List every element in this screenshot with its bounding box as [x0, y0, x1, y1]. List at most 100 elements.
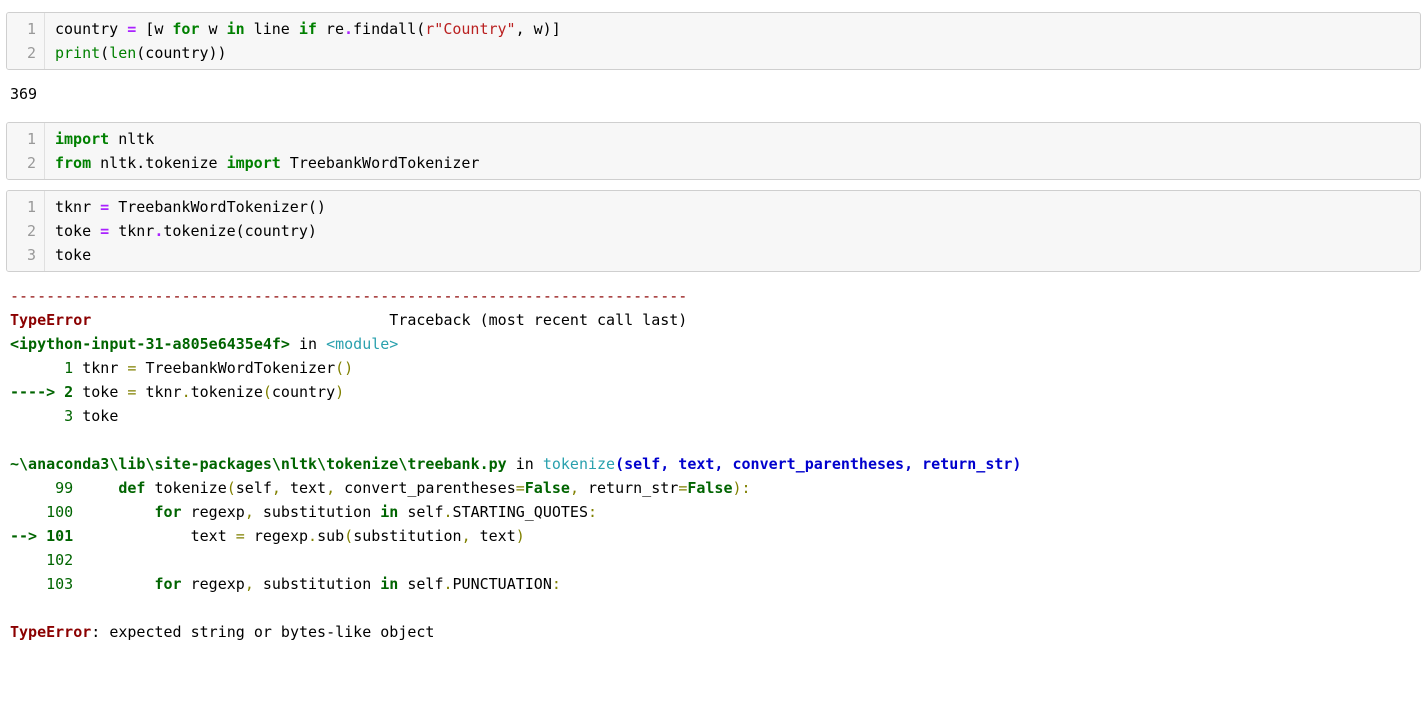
traceback-line: TypeError: expected string or bytes-like…: [10, 620, 1417, 644]
traceback-token: for: [155, 503, 182, 521]
traceback-token: .: [444, 575, 453, 593]
traceback-token: tknr: [73, 359, 127, 377]
traceback-token: [73, 479, 118, 497]
code-token: len: [109, 44, 136, 62]
code-line[interactable]: tknr = TreebankWordTokenizer(): [55, 195, 1410, 219]
traceback-token: TypeError: [10, 311, 91, 329]
traceback-token: [73, 551, 82, 569]
traceback-token: ,: [462, 527, 471, 545]
code-token: [218, 154, 227, 172]
code-token: re: [317, 20, 344, 38]
traceback-output: ----------------------------------------…: [6, 282, 1421, 654]
traceback-line: 99 def tokenize(self, text, convert_pare…: [10, 476, 1417, 500]
traceback-token: (: [227, 479, 236, 497]
code-line[interactable]: country = [w for w in line if re.findall…: [55, 17, 1410, 41]
traceback-line: [10, 428, 1417, 452]
code-line[interactable]: toke = tknr.tokenize(country): [55, 219, 1410, 243]
traceback-token: <ipython-input-31-a805e6435e4f>: [10, 335, 290, 353]
traceback-token: ~\anaconda3\lib\site-packages\nltk\token…: [10, 455, 507, 473]
traceback-token: return_str: [579, 479, 678, 497]
code-token: tknr: [109, 222, 154, 240]
code-token: import: [55, 130, 109, 148]
traceback-token: toke: [73, 383, 127, 401]
traceback-token: False: [687, 479, 732, 497]
line-number: 2: [19, 219, 36, 243]
traceback-token: : expected string or bytes-like object: [91, 623, 434, 641]
traceback-token: tokenize: [145, 479, 226, 497]
traceback-token: text: [281, 479, 326, 497]
traceback-line: TypeError Traceback (most recent call la…: [10, 308, 1417, 332]
code-cell[interactable]: 123tknr = TreebankWordTokenizer()toke = …: [6, 190, 1421, 272]
traceback-line: 3 toke: [10, 404, 1417, 428]
code-line[interactable]: print(len(country)): [55, 41, 1410, 65]
code-editor[interactable]: tknr = TreebankWordTokenizer()toke = tkn…: [45, 191, 1420, 271]
traceback-token: .: [308, 527, 317, 545]
traceback-token: =: [236, 527, 245, 545]
traceback-token: =: [678, 479, 687, 497]
traceback-line: 102: [10, 548, 1417, 572]
code-token: toke: [55, 222, 100, 240]
traceback-token: ,: [245, 503, 254, 521]
traceback-token: self: [236, 479, 272, 497]
traceback-token: [73, 575, 154, 593]
traceback-line: --> 101 text = regexp.sub(substitution, …: [10, 524, 1417, 548]
traceback-token: (: [344, 527, 353, 545]
traceback-token: [73, 503, 154, 521]
code-token: country: [55, 20, 127, 38]
traceback-token: ----> 2: [10, 383, 73, 401]
traceback-token: regexp: [182, 575, 245, 593]
code-line[interactable]: import nltk: [55, 127, 1410, 151]
notebook-root: 12country = [w for w in line if re.finda…: [6, 12, 1421, 654]
traceback-line: ----> 2 toke = tknr.tokenize(country): [10, 380, 1417, 404]
traceback-line: ----------------------------------------…: [10, 284, 1417, 308]
code-editor[interactable]: import nltkfrom nltk.tokenize import Tre…: [45, 123, 1420, 179]
traceback-token: --> 101: [10, 527, 73, 545]
traceback-token: =: [516, 479, 525, 497]
traceback-token: text: [73, 527, 236, 545]
traceback-token: tokenize: [191, 383, 263, 401]
traceback-line: ~\anaconda3\lib\site-packages\nltk\token…: [10, 452, 1417, 476]
code-token: , w)]: [516, 20, 561, 38]
line-number: 1: [19, 17, 36, 41]
line-number: 3: [19, 243, 36, 267]
code-cell[interactable]: 12 country = [w for w in line if re.finda…: [6, 12, 1421, 70]
line-gutter: 123: [7, 191, 45, 271]
traceback-token: 3: [10, 407, 73, 425]
traceback-line: <ipython-input-31-a805e6435e4f> in <modu…: [10, 332, 1417, 356]
code-cell[interactable]: 12import nltkfrom nltk.tokenize import T…: [6, 122, 1421, 180]
code-token: print: [55, 44, 100, 62]
code-token: TreebankWordTokenizer: [281, 154, 480, 172]
traceback-token: :: [588, 503, 597, 521]
traceback-token: convert_parentheses: [335, 479, 516, 497]
traceback-token: ,: [570, 479, 579, 497]
code-line[interactable]: toke: [55, 243, 1410, 267]
traceback-token: PUNCTUATION: [453, 575, 552, 593]
code-token: tokenize(country): [163, 222, 317, 240]
code-token: nltk.tokenize: [100, 154, 217, 172]
traceback-token: in: [380, 575, 398, 593]
code-token: import: [227, 154, 281, 172]
traceback-token: 1: [10, 359, 73, 377]
code-token: findall(: [353, 20, 425, 38]
traceback-token: country: [272, 383, 335, 401]
code-token: toke: [55, 246, 91, 264]
line-number: 2: [19, 151, 36, 175]
traceback-token: 99: [10, 479, 73, 497]
code-token: in: [227, 20, 245, 38]
traceback-token: ,: [272, 479, 281, 497]
traceback-token: :: [552, 575, 561, 593]
traceback-token: .: [182, 383, 191, 401]
traceback-token: substitution: [353, 527, 461, 545]
traceback-token: TypeError: [10, 623, 91, 641]
traceback-token: .: [444, 503, 453, 521]
line-gutter: 12: [7, 13, 45, 69]
traceback-token: tokenize: [543, 455, 615, 473]
code-token: [109, 130, 118, 148]
code-line[interactable]: from nltk.tokenize import TreebankWordTo…: [55, 151, 1410, 175]
traceback-token: (self, text, convert_parentheses, return…: [615, 455, 1021, 473]
code-token: .: [344, 20, 353, 38]
code-editor[interactable]: country = [w for w in line if re.findall…: [45, 13, 1420, 69]
line-number: 1: [19, 195, 36, 219]
code-token: from: [55, 154, 91, 172]
code-token: (country)): [136, 44, 226, 62]
